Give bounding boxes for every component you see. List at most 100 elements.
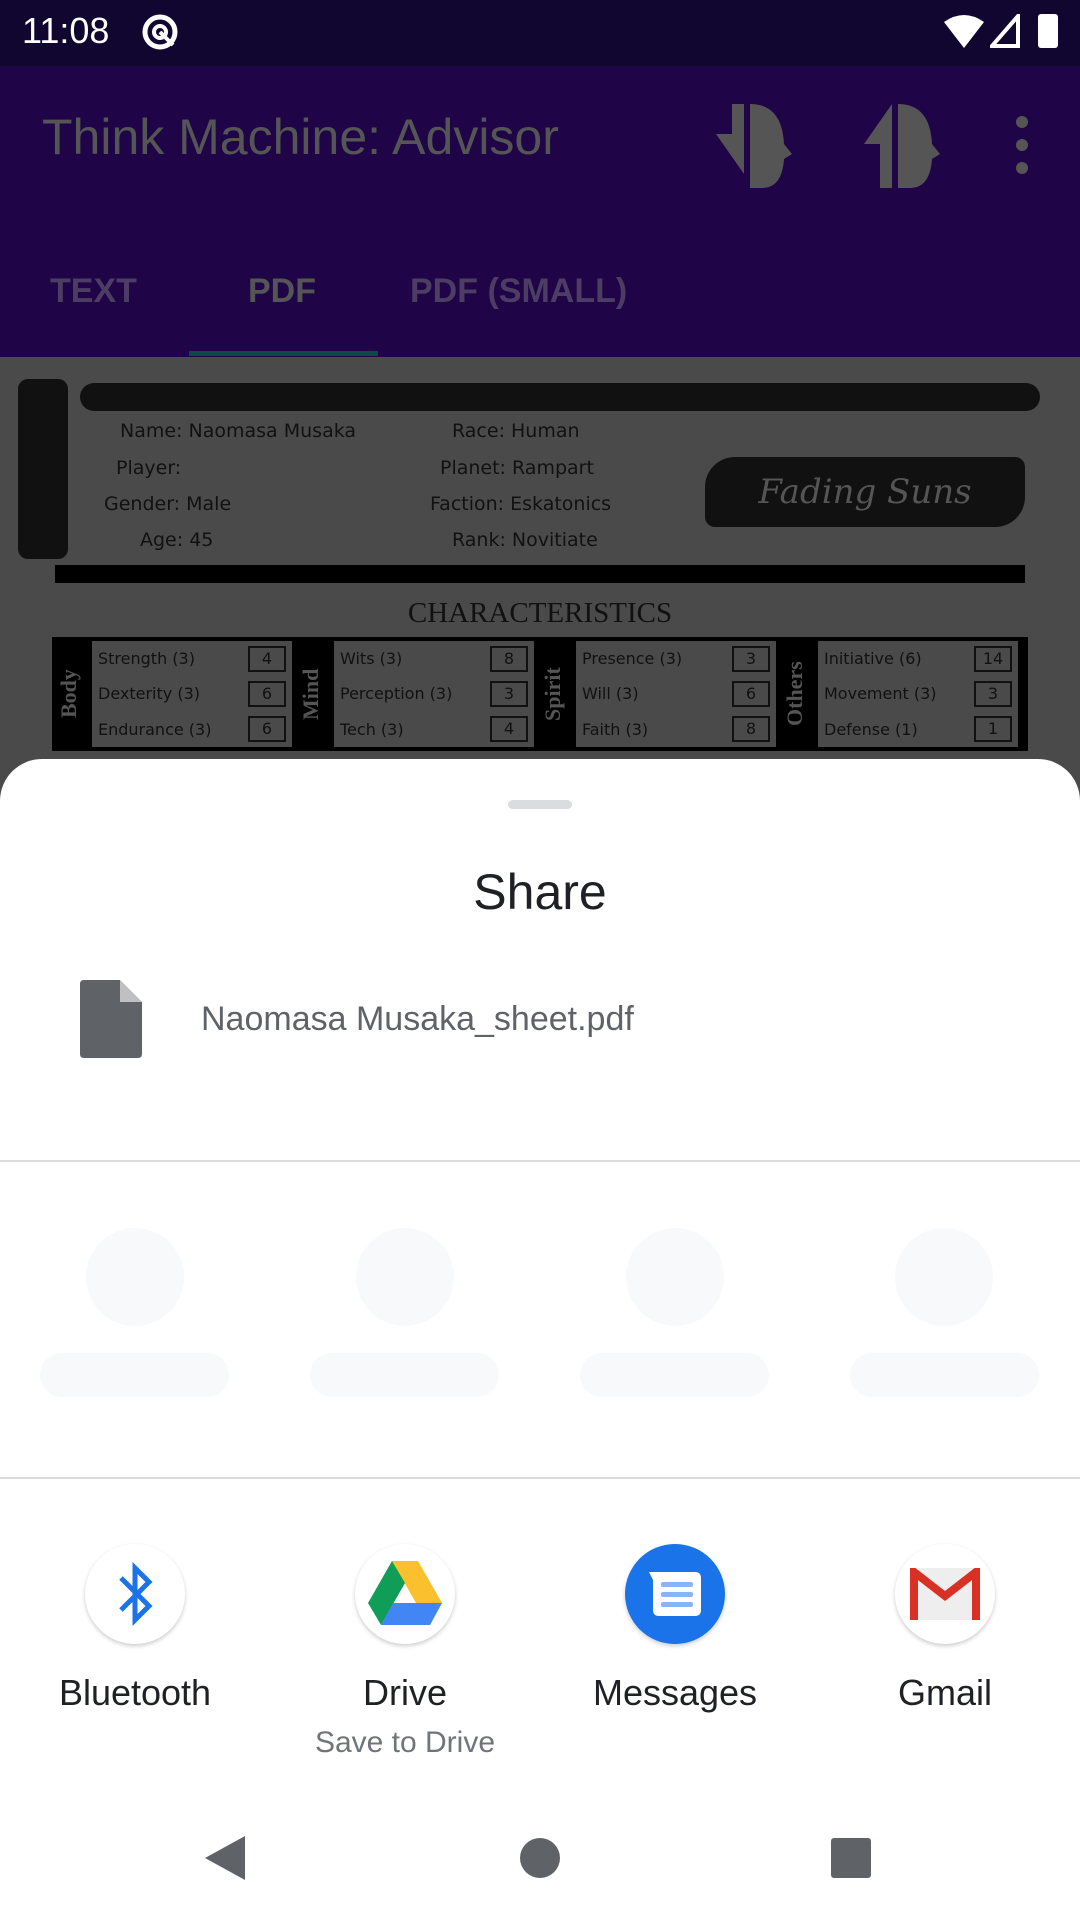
stat-value: 1	[974, 716, 1012, 743]
stat-row: Strength (3) 4	[98, 645, 286, 672]
share-sheet: Share Naomasa Musaka_sheet.pdf	[0, 759, 1080, 1920]
app-sublabel: Save to Drive	[314, 1726, 496, 1759]
signal-icon	[990, 14, 1020, 48]
navigation-bar	[0, 1800, 1080, 1920]
stat-group: Body Strength (3) 4 Dexterity (3) 6 Endurance…	[56, 641, 298, 747]
stat-value: 6	[248, 716, 286, 743]
stat-group: Others Initiative (6) 14 Movement (3) 3 Defen…	[782, 641, 1024, 747]
field-value: Eskatonics	[510, 493, 612, 515]
google-drive-icon	[355, 1544, 455, 1644]
group-name: Others	[782, 661, 807, 727]
stat-label: Strength (3)	[98, 649, 195, 669]
field-label: Gender:	[104, 493, 181, 515]
stat-value: 4	[248, 645, 286, 672]
stat-label: Dexterity (3)	[98, 684, 200, 704]
field-value: Naomasa Musaka	[188, 420, 357, 442]
section-title: CHARACTERISTICS	[407, 597, 673, 629]
group-name: Mind	[298, 668, 323, 720]
loading-placeholder-label	[40, 1353, 229, 1397]
more-vert-icon[interactable]	[1008, 112, 1036, 182]
home-icon[interactable]	[520, 1838, 560, 1878]
gmail-icon	[895, 1544, 995, 1644]
stat-value: 3	[490, 680, 528, 707]
stat-value: 3	[974, 680, 1012, 707]
app-label: Gmail	[897, 1672, 992, 1713]
divider-bar	[55, 565, 1025, 583]
pdf-preview: Name: Naomasa Musaka Player: Gender: Mal…	[0, 357, 1080, 777]
loading-placeholder-label	[580, 1353, 769, 1397]
tab-pdf[interactable]: PDF	[248, 272, 316, 311]
stat-label: Faith (3)	[582, 719, 649, 739]
share-target-drive[interactable]: Drive Save to Drive	[295, 1544, 515, 1760]
export-head-icon[interactable]	[712, 104, 796, 188]
field-value: Rampart	[512, 457, 594, 479]
app-label: Drive	[362, 1672, 447, 1713]
ornament-border	[18, 379, 68, 559]
stat-value: 4	[490, 716, 528, 743]
import-head-icon[interactable]	[860, 104, 944, 188]
fading-suns-logo: Fading Suns	[705, 457, 1025, 527]
share-target-gmail[interactable]: Gmail	[835, 1544, 1055, 1714]
loading-placeholder-label	[850, 1353, 1039, 1397]
stat-value: 6	[248, 680, 286, 707]
stat-label: Perception (3)	[340, 684, 453, 704]
stat-value: 3	[732, 645, 770, 672]
stat-label: Wits (3)	[340, 649, 403, 669]
stat-row: Initiative (6) 14	[824, 645, 1012, 672]
stat-row: Presence (3) 3	[582, 645, 770, 672]
tab-indicator	[189, 351, 378, 356]
status-time: 11:08	[22, 10, 110, 51]
stat-value: 14	[974, 645, 1012, 672]
battery-icon	[1038, 14, 1058, 48]
stat-group: Spirit Presence (3) 3 Will (3) 6 Faith (3) 8	[540, 641, 782, 747]
field-label: Planet:	[440, 457, 506, 479]
recents-icon[interactable]	[831, 1838, 871, 1878]
file-icon	[80, 980, 142, 1058]
field-value: 45	[189, 529, 214, 551]
stat-label: Defense (1)	[824, 719, 918, 739]
stat-label: Endurance (3)	[98, 719, 212, 739]
loading-placeholder-avatar	[626, 1228, 724, 1326]
back-icon[interactable]	[205, 1836, 247, 1880]
stat-row: Dexterity (3) 6	[98, 680, 286, 707]
app-bar: Think Machine: Advisor TEXT PDF PDF (SMA…	[0, 66, 1080, 357]
share-target-bluetooth[interactable]: Bluetooth	[25, 1544, 245, 1714]
stat-label: Initiative (6)	[824, 649, 922, 669]
divider	[0, 1477, 1080, 1479]
header-bar	[80, 383, 1040, 411]
stat-group: Mind Wits (3) 8 Perception (3) 3 Tech (3) 4	[298, 641, 540, 747]
characteristics-grid: Body Strength (3) 4 Dexterity (3) 6 Endurance…	[52, 637, 1028, 751]
stat-label: Movement (3)	[824, 684, 937, 704]
wifi-icon	[944, 15, 984, 48]
field-label: Faction:	[430, 493, 505, 515]
loading-placeholder-avatar	[356, 1228, 454, 1326]
loading-placeholder-avatar	[895, 1228, 993, 1326]
stat-row: Faith (3) 8	[582, 716, 770, 743]
stat-value: 8	[490, 645, 528, 672]
stat-row: Endurance (3) 6	[98, 716, 286, 743]
tab-pdf-small[interactable]: PDF (SMALL)	[410, 272, 627, 311]
app-label: Messages	[592, 1672, 758, 1713]
stat-row: Defense (1) 1	[824, 716, 1012, 743]
share-title: Share	[473, 864, 607, 920]
status-bar: 11:08	[0, 0, 1080, 66]
stat-label: Will (3)	[582, 684, 639, 704]
app-title: Think Machine: Advisor	[42, 109, 559, 165]
app-label: Bluetooth	[58, 1672, 212, 1713]
share-target-messages[interactable]: Messages	[565, 1544, 785, 1714]
field-value: Human	[511, 420, 580, 442]
field-value: Novitiate	[511, 529, 598, 551]
loading-placeholder-avatar	[86, 1228, 184, 1326]
drag-handle[interactable]	[508, 800, 572, 809]
field-label: Rank:	[452, 529, 506, 551]
group-name: Spirit	[540, 667, 565, 721]
stat-value: 6	[732, 680, 770, 707]
field-label: Player:	[116, 457, 182, 479]
stat-row: Perception (3) 3	[340, 680, 528, 707]
bluetooth-icon	[85, 1544, 185, 1644]
stat-label: Tech (3)	[340, 719, 404, 739]
stat-value: 8	[732, 716, 770, 743]
tab-text[interactable]: TEXT	[50, 272, 137, 311]
stat-row: Tech (3) 4	[340, 716, 528, 743]
messages-icon	[625, 1544, 725, 1644]
